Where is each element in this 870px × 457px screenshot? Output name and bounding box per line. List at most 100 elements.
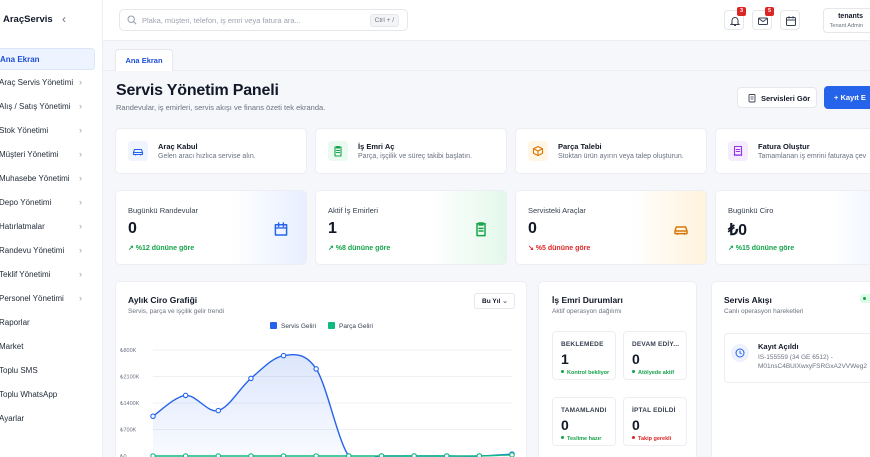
user-name: tenants [838,13,863,20]
data-point[interactable] [182,392,189,399]
search-placeholder: Plaka, müşteri, telefon, iş emri veya fa… [142,16,301,25]
data-point[interactable] [215,407,222,414]
notifications-button[interactable]: 3 [724,7,746,30]
sidebar-item-2[interactable]: Alış / Satış Yönetimi › [0,96,95,118]
quick-action-desc: Gelen aracı hızlıca servise alın. [158,153,256,160]
kpi-change: ↗ %8 dününe göre [328,245,391,252]
status-dot [561,370,564,373]
sidebar-item-label: Ana Ekran [0,55,40,64]
sidebar-item-7[interactable]: Hatırlatmalar › [0,216,95,238]
chevron-right-icon: › [79,149,82,159]
new-record-button[interactable]: + Kayıt E [824,86,870,109]
quick-action-icon [528,141,548,161]
status-box[interactable]: TAMAMLANDI 0 Teslime hazır [552,397,616,446]
quick-action-desc: Tamamlanan iş emrini faturaya çev [758,153,867,160]
new-record-label: + Kayıt E [834,93,866,102]
status-box[interactable]: İPTAL EDİLDİ 0 Takip gerekli [623,397,687,446]
sidebar-item-4[interactable]: Müşteri Yönetimi › [0,144,95,166]
data-point[interactable] [248,375,254,382]
sidebar-item-15[interactable]: Ayarlar [0,408,95,430]
sidebar-item-label: Alış / Satış Yönetimi [0,102,71,111]
messages-badge: 5 [765,7,774,16]
quick-action-card[interactable]: İş Emri Aç Parça, işçilik ve süreç takibi… [315,128,507,174]
clipboard-icon [334,145,342,157]
flow-item-title: Kayıt Açıldı [758,342,799,351]
sidebar-item-0[interactable]: Ana Ekran [0,48,95,70]
data-point[interactable] [150,413,156,420]
kpi-title: Bugünkü Randevular [128,206,199,215]
sidebar-item-13[interactable]: Toplu SMS [0,360,95,382]
status-dot [561,436,564,439]
kpi-change: ↘ %5 dününe göre [528,245,591,252]
sidebar-item-label: Depo Yönetimi [0,198,52,207]
sidebar-item-8[interactable]: Randevu Yönetimi › [0,240,95,262]
live-indicator [860,294,870,303]
sidebar-item-10[interactable]: Personel Yönetimi › [0,288,95,310]
status-box[interactable]: BEKLEMEDE 1 Kontrol bekliyor [552,331,616,380]
view-services-button[interactable]: Servisleri Gör [737,87,817,108]
y-tick-label: ₺2100K [120,374,140,381]
kpi-glow [431,191,506,264]
calendar-icon [274,222,288,236]
sidebar-item-label: Market [0,342,24,351]
data-point[interactable] [313,366,319,372]
status-note: Takip gerekli [632,436,671,442]
sidebar-item-5[interactable]: Muhasebe Yönetimi › [0,168,95,190]
chevron-right-icon: › [79,245,82,255]
sidebar-item-6[interactable]: Depo Yönetimi › [0,192,95,214]
sidebar-item-12[interactable]: Market [0,336,95,358]
kpi-icon [671,219,691,239]
sidebar-item-label: Raporlar [0,318,30,327]
quick-action-card[interactable]: Parça Talebi Stoktan ürün ayırın veya tal… [515,128,707,174]
flow-item[interactable]: Kayıt Açıldı IS-155559 (34 GE 6512) - M0… [724,333,870,383]
status-label: DEVAM EDİY... [632,341,680,348]
quick-action-icon [728,141,748,161]
collapse-sidebar-button[interactable]: ‹ [62,12,72,26]
y-tick-label: ₺1400K [120,400,140,407]
sidebar-item-9[interactable]: Teklif Yönetimi › [0,264,95,286]
chevron-right-icon: › [79,173,82,183]
view-services-label: Servisleri Gör [761,94,811,103]
brand: AraçServis ‹ [0,0,102,40]
notifications-badge: 3 [737,7,746,16]
kpi-glow [231,191,306,264]
messages-button[interactable]: 5 [752,7,774,30]
kpi-title: Servisteki Araçlar [528,206,586,215]
search-shortcut: Ctrl + / [369,14,399,27]
status-dot [632,436,635,439]
status-note-text: Takip gerekli [638,436,672,442]
chevron-right-icon: › [79,77,82,87]
quick-action-card[interactable]: Araç Kabul Gelen aracı hızlıca servise al… [115,128,307,174]
quick-action-title: Araç Kabul [158,142,198,151]
flow-item-icon [731,344,749,362]
tab-strip: Ana Ekran [103,41,870,71]
data-point[interactable] [509,452,515,457]
quick-action-title: İş Emri Aç [358,142,395,151]
sidebar-item-14[interactable]: Toplu WhatsApp [0,384,95,406]
sidebar-item-1[interactable]: Araç Servis Yönetimi › [0,72,95,94]
sidebar-item-3[interactable]: Stok Yönetimi › [0,120,95,142]
kpi-value: 0 [128,220,137,237]
status-box[interactable]: DEVAM EDİY... 0 Atölyede aktif [623,331,687,380]
sidebar-item-label: Toplu WhatsApp [0,390,58,399]
kpi-card: Bugünkü Randevular 0 ↗ %12 dününe göre [115,190,307,265]
flow-item-text: IS-155559 (34 GE 6512) - M01nsC4BUIXwxyF… [758,354,867,370]
calendar-icon [786,16,796,26]
kpi-value: 1 [328,220,337,237]
work-order-status-panel: İş Emri Durumları Aktif operasyon dağılı… [538,281,697,457]
quick-action-icon [328,141,348,161]
quick-action-desc: Parça, işçilik ve süreç takibi başlatın. [358,153,472,160]
brand-name: AraçServis [3,14,53,25]
status-value: 1 [561,351,569,367]
tab-ana-ekran[interactable]: Ana Ekran [115,49,173,71]
quick-action-card[interactable]: Fatura Oluştur Tamamlanan iş emrini fatur… [715,128,870,174]
data-point[interactable] [280,352,287,359]
sidebar-item-11[interactable]: Raporlar [0,312,95,334]
search-input[interactable]: Plaka, müşteri, telefon, iş emri veya fa… [119,9,408,31]
kpi-icon [271,219,291,239]
status-value: 0 [561,417,569,433]
user-menu[interactable]: tenants Tenant Admin [823,8,870,33]
kpi-card: Servisteki Araçlar 0 ↘ %5 dününe göre [515,190,707,265]
calendar-button[interactable] [780,10,800,30]
kpi-card: Bugünkü Ciro ₺0 ↗ %15 dününe göre [715,190,870,265]
